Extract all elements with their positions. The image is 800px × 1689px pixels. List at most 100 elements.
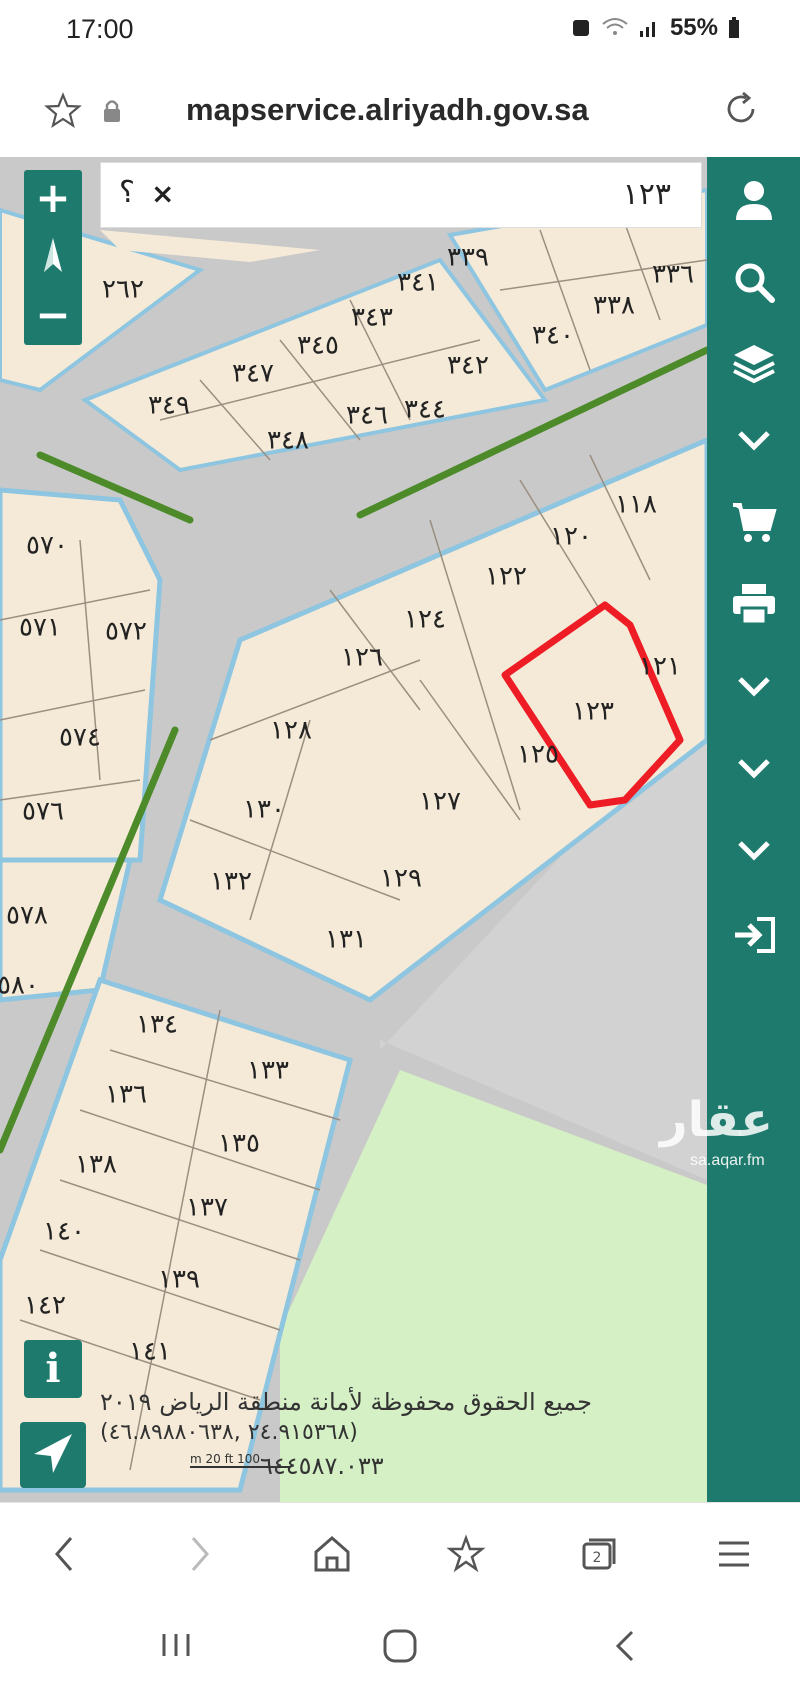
lot-label[interactable]: ٥٧٠ bbox=[26, 531, 68, 561]
locate-button[interactable] bbox=[20, 1422, 86, 1488]
coordinate-readout: ٦٤٤٥٨٧.٠٣٣ bbox=[260, 1452, 384, 1480]
scale-feet: ft 100 bbox=[224, 1452, 261, 1466]
compass-icon[interactable] bbox=[24, 228, 82, 286]
tabs-button[interactable]: 2 bbox=[568, 1529, 628, 1579]
watermark-logo: عقار bbox=[660, 1092, 773, 1148]
lot-label[interactable]: ١٢٨ bbox=[270, 716, 312, 746]
lot-label[interactable]: ٣٣٦ bbox=[652, 260, 694, 290]
lot-label[interactable]: ١٤١ bbox=[129, 1337, 171, 1367]
status-icons: 55% bbox=[570, 14, 740, 42]
chevron-down-icon[interactable] bbox=[707, 643, 800, 729]
lot-label[interactable]: ٥٧٢ bbox=[105, 617, 147, 647]
bookmarks-star-icon bbox=[446, 1534, 486, 1573]
chevron-down-icon[interactable] bbox=[707, 725, 800, 811]
home-circle-icon[interactable] bbox=[380, 1626, 420, 1666]
chevron-left-icon bbox=[55, 1537, 73, 1571]
lot-label[interactable]: ٣٤٢ bbox=[447, 351, 489, 381]
home-button[interactable] bbox=[302, 1529, 362, 1579]
alarm-icon bbox=[572, 20, 589, 36]
bookmark-star-icon[interactable] bbox=[44, 92, 82, 130]
help-icon[interactable]: ؟ bbox=[119, 175, 135, 210]
recent-apps-icon[interactable] bbox=[158, 1630, 194, 1660]
system-back-icon[interactable] bbox=[610, 1628, 640, 1664]
app-root: 17:00 55% mapservice.alriyadh.gov.sa ٣٣٩… bbox=[0, 0, 800, 1689]
lot-label[interactable]: ١٢٤ bbox=[404, 605, 446, 635]
lot-label[interactable]: ٣٤١ bbox=[397, 268, 439, 298]
lot-label[interactable]: ١٢٦ bbox=[341, 643, 383, 673]
lot-label[interactable]: ١٢١ bbox=[639, 652, 681, 682]
lot-label[interactable]: ١٣٦ bbox=[105, 1080, 147, 1110]
wifi-icon bbox=[602, 18, 628, 35]
chevron-down-icon[interactable] bbox=[707, 397, 800, 483]
lot-label[interactable]: ١٣٧ bbox=[186, 1193, 228, 1223]
lot-label[interactable]: ٣٤٥ bbox=[297, 331, 339, 361]
forward-button[interactable] bbox=[170, 1529, 230, 1579]
lot-label[interactable]: ٥٧١ bbox=[19, 613, 61, 643]
lot-label[interactable]: ٣٤٣ bbox=[351, 303, 393, 333]
zoom-controls: + − bbox=[24, 170, 82, 345]
lot-label[interactable]: ٣٤٨ bbox=[267, 426, 309, 456]
lot-label[interactable]: ١٣٤ bbox=[136, 1010, 178, 1040]
coordinate-pair: (٢٤.٩١٥٣٦٨ ,٤٦.٨٩٨٨٠٦٣٨) bbox=[100, 1420, 358, 1445]
lot-label[interactable]: ٣٤٦ bbox=[346, 401, 388, 431]
highlighted-lot-label[interactable]: ١٢٣ bbox=[572, 697, 614, 727]
lot-label[interactable]: ١٢٥ bbox=[517, 740, 559, 770]
battery-percent: 55% bbox=[669, 14, 718, 41]
chevron-right-icon bbox=[191, 1537, 209, 1571]
status-bar: 17:00 55% bbox=[0, 0, 800, 62]
lot-label[interactable]: ١٣٨ bbox=[75, 1150, 117, 1180]
reload-icon[interactable] bbox=[722, 90, 760, 128]
search-box[interactable]: ؟ × ١٢٣ bbox=[100, 162, 702, 228]
zoom-out-button[interactable]: − bbox=[24, 287, 82, 345]
lot-label[interactable]: ١٣٠ bbox=[243, 795, 285, 825]
lot-label[interactable]: ٥٧٨ bbox=[6, 901, 48, 931]
clear-search-button[interactable]: × bbox=[151, 177, 174, 210]
lot-label[interactable]: ٣٤٤ bbox=[404, 395, 446, 425]
zoom-in-button[interactable]: + bbox=[24, 170, 82, 228]
lot-label[interactable]: ١٣١ bbox=[325, 925, 367, 955]
copyright-text: جميع الحقوق محفوظة لأمانة منطقة الرياض ٢… bbox=[100, 1388, 592, 1416]
lot-label[interactable]: ١٢٩ bbox=[380, 864, 422, 894]
map-canvas[interactable]: ٣٣٩ ٣٤١٣٤٣ ٣٤٥ ٣٤٧ ٣٤٩ ٣٤٢٣٤٤ ٣٤٦ ٣٤٨ ٣٤٠ ٣٣٨ ٣٣٦ ٢… bbox=[0, 157, 707, 1502]
lot-label[interactable]: ١٣٢ bbox=[210, 867, 252, 897]
back-button[interactable] bbox=[34, 1529, 94, 1579]
lot-label[interactable]: ٣٤٠ bbox=[532, 321, 574, 351]
lot-label[interactable]: ١٣٩ bbox=[158, 1265, 200, 1295]
search-icon[interactable] bbox=[707, 239, 800, 325]
lot-label[interactable]: ٢٦٢ bbox=[102, 275, 144, 305]
layers-icon[interactable] bbox=[707, 321, 800, 407]
lot-label[interactable]: ١٣٥ bbox=[218, 1129, 260, 1159]
lot-label[interactable]: ١٣٣ bbox=[247, 1056, 289, 1086]
info-button[interactable]: i bbox=[24, 1340, 82, 1398]
lot-label[interactable]: ٥٧٦ bbox=[22, 797, 64, 827]
url-bar: mapservice.alriyadh.gov.sa bbox=[0, 62, 800, 157]
search-input[interactable]: ١٢٣ bbox=[623, 177, 671, 212]
chevron-down-icon[interactable] bbox=[707, 807, 800, 893]
hamburger-menu-icon bbox=[719, 1541, 749, 1567]
lot-label[interactable]: ٥٨٠ bbox=[0, 971, 39, 1001]
lot-label[interactable]: ١٤٢ bbox=[24, 1291, 66, 1321]
lot-label[interactable]: ٣٣٩ bbox=[447, 243, 489, 273]
lot-label[interactable]: ١١٨ bbox=[615, 490, 657, 520]
lot-label[interactable]: ١٢٢ bbox=[485, 562, 527, 592]
lot-label[interactable]: ٣٣٨ bbox=[593, 291, 635, 321]
lot-label[interactable]: ٣٤٩ bbox=[148, 391, 190, 421]
map-view[interactable]: ٣٣٩ ٣٤١ ٣٤٣ ٣٤٥ ٣٤٧ ٣٤٩ ٣٤٢ ٣٤٤ ٣٤٦ ٣٤٨ ٣٤٠ ٣٣٨ ٣٣٦ ٢… bbox=[0, 157, 707, 1502]
lot-label[interactable]: ١٢٠ bbox=[550, 522, 592, 552]
lot-label[interactable]: ٥٧٤ bbox=[59, 723, 101, 753]
lot-label[interactable]: ١٢٧ bbox=[419, 787, 461, 817]
print-icon[interactable] bbox=[707, 561, 800, 647]
browser-toolbar: 2 bbox=[0, 1502, 800, 1602]
scale-meters: m 20 bbox=[190, 1452, 221, 1466]
lot-label[interactable]: ٣٤٧ bbox=[232, 359, 274, 389]
tabs-icon: 2 bbox=[582, 1538, 616, 1570]
watermark-url: sa.aqar.fm bbox=[690, 1152, 765, 1169]
lot-label[interactable]: ١٤٠ bbox=[43, 1217, 85, 1247]
url-text[interactable]: mapservice.alriyadh.gov.sa bbox=[186, 92, 589, 128]
menu-button[interactable] bbox=[704, 1529, 764, 1579]
cart-icon[interactable] bbox=[707, 479, 800, 565]
bookmarks-button[interactable] bbox=[436, 1529, 496, 1579]
login-icon[interactable] bbox=[707, 892, 800, 978]
status-time: 17:00 bbox=[66, 14, 134, 44]
user-icon[interactable] bbox=[707, 157, 800, 243]
